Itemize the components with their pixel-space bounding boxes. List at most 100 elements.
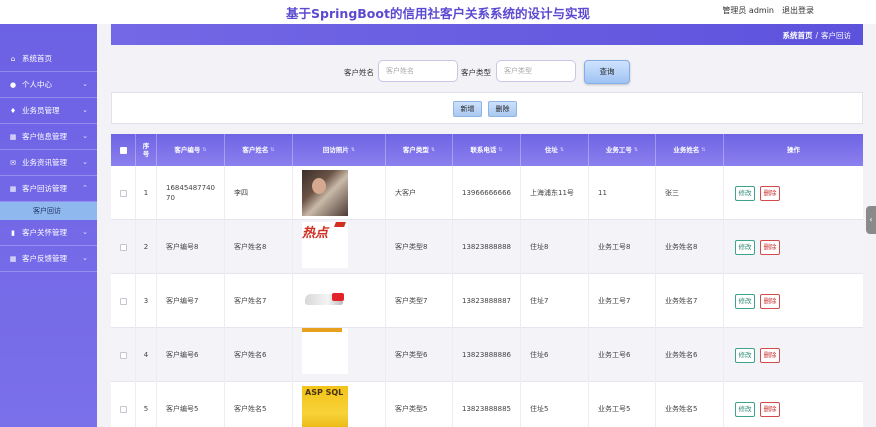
- column-header-phone[interactable]: 联系电话 ⇅: [453, 134, 521, 166]
- address-cell: 住址5: [521, 382, 589, 427]
- breadcrumb-home[interactable]: 系统首页: [782, 31, 812, 40]
- chevron-down-icon: ⌄: [82, 80, 88, 88]
- home-icon: ⌂: [10, 54, 16, 63]
- sidebar-item-label: 客户反馈管理: [22, 254, 67, 263]
- row-checkbox[interactable]: [119, 405, 127, 413]
- sidebar-item-personal-center[interactable]: ● 个人中心 ⌄: [0, 72, 97, 98]
- customer-type-input[interactable]: [496, 60, 576, 82]
- column-header-label: 回访照片: [322, 146, 349, 154]
- add-button[interactable]: 新增: [453, 101, 482, 117]
- customer-no-cell: 客户编号8: [157, 220, 225, 274]
- customer-no-cell: 客户编号6: [157, 328, 225, 382]
- customer-type-label: 客户类型: [461, 68, 491, 77]
- select-all-checkbox[interactable]: [119, 146, 127, 154]
- customer-visit-table: 序号 客户编号 ⇅ 客户姓名 ⇅ 回访照片 ⇅ 客户类型 ⇅ 联系电话 ⇅ 住址 ⇅ 业务工…: [111, 134, 863, 427]
- visit-photo-cell: [293, 274, 386, 328]
- customer-name-label: 客户姓名: [344, 68, 374, 77]
- actions-panel: 新增 删除: [111, 92, 863, 124]
- visit-photo[interactable]: ASP SQL: [302, 386, 348, 427]
- column-header-staff-no[interactable]: 业务工号 ⇅: [589, 134, 656, 166]
- delete-button[interactable]: 删除: [760, 239, 780, 255]
- user-area: 管理员 admin 退出登录: [722, 5, 814, 16]
- row-select-cell: [111, 328, 136, 382]
- delete-button[interactable]: 删除: [760, 347, 780, 363]
- sidebar-item-customer-feedback[interactable]: ▦ 客户反馈管理 ⌄: [0, 246, 97, 272]
- visit-photo-cell: [293, 328, 386, 382]
- breadcrumb-current: 客户回访: [821, 31, 851, 40]
- logout-link[interactable]: 退出登录: [782, 6, 814, 15]
- sidebar-item-staff[interactable]: ♦ 业务员管理 ⌄: [0, 98, 97, 124]
- column-header-address[interactable]: 住址 ⇅: [521, 134, 589, 166]
- book-cover-text: ASP SQL: [305, 388, 344, 397]
- row-checkbox[interactable]: [119, 351, 127, 359]
- column-header-visit-photo[interactable]: 回访照片 ⇅: [293, 134, 386, 166]
- customer-type-cell: 大客户: [386, 166, 453, 220]
- row-select-cell: [111, 382, 136, 427]
- column-header-label: 操作: [787, 146, 800, 154]
- delete-button[interactable]: 删除: [760, 293, 780, 309]
- visit-photo[interactable]: [302, 170, 348, 216]
- index-cell: 4: [136, 328, 157, 382]
- phone-cell: 13823888887: [453, 274, 521, 328]
- sidebar-subitem-customer-visit[interactable]: 客户回访: [0, 202, 97, 220]
- column-header-index: 序号: [136, 134, 157, 166]
- table-row: 1 1684548774070 李四 大客户 13966666666 上海浦东1…: [111, 166, 863, 220]
- edit-button[interactable]: 修改: [735, 347, 755, 363]
- sort-icon: ⇅: [701, 147, 706, 153]
- sort-icon: ⇅: [350, 147, 356, 153]
- actions-cell: 修改 删除: [724, 274, 863, 328]
- table-row: 4 客户编号6 客户姓名6 客户类型6 13823888886 住址6 业务工号…: [111, 328, 863, 382]
- sidebar-item-label: 客户信息管理: [22, 132, 67, 141]
- edit-button[interactable]: 修改: [735, 401, 755, 417]
- grid-icon: ▦: [9, 184, 17, 193]
- customer-no-cell: 1684548774070: [157, 166, 225, 220]
- search-button[interactable]: 查询: [584, 60, 630, 84]
- breadcrumb: 系统首页 / 客户回访: [782, 30, 851, 41]
- book-icon: ▮: [11, 228, 15, 237]
- sidebar-item-customer-visit[interactable]: ▦ 客户回访管理 ⌃: [0, 176, 97, 202]
- edit-button[interactable]: 修改: [735, 293, 755, 309]
- phone-cell: 13823888886: [453, 328, 521, 382]
- visit-photo[interactable]: 热点: [302, 222, 348, 268]
- row-checkbox[interactable]: [119, 297, 127, 305]
- customer-name-cell: 客户姓名8: [225, 220, 293, 274]
- column-header-customer-name[interactable]: 客户姓名 ⇅: [225, 134, 293, 166]
- sidebar-item-customer-info[interactable]: ▦ 客户信息管理 ⌄: [0, 124, 97, 150]
- visit-photo[interactable]: [302, 328, 348, 374]
- delete-button[interactable]: 删除: [760, 185, 780, 201]
- row-checkbox[interactable]: [119, 189, 127, 197]
- visit-photo[interactable]: [302, 278, 348, 324]
- chevron-down-icon: ⌄: [82, 132, 88, 140]
- sidebar: ⌂ 系统首页 ● 个人中心 ⌄ ♦ 业务员管理 ⌄ ▦ 客户信息管理 ⌄ ✉ 业…: [0, 24, 97, 427]
- sort-icon: ⇅: [430, 147, 436, 153]
- column-header-customer-type[interactable]: 客户类型 ⇅: [386, 134, 453, 166]
- edit-button[interactable]: 修改: [735, 239, 755, 255]
- staff-no-cell: 业务工号8: [589, 220, 656, 274]
- chevron-left-icon: ‹: [869, 215, 873, 224]
- edit-button[interactable]: 修改: [735, 185, 755, 201]
- top-header: 基于SpringBoot的信用社客户关系系统的设计与实现 管理员 admin 退出…: [0, 0, 876, 24]
- column-header-label: 联系电话: [470, 146, 497, 154]
- actions-cell: 修改 删除: [724, 220, 863, 274]
- side-panel-toggle[interactable]: ‹: [866, 206, 876, 234]
- visit-photo-cell: 热点: [293, 220, 386, 274]
- sidebar-item-customer-care[interactable]: ▮ 客户关怀管理 ⌄: [0, 220, 97, 246]
- index-cell: 2: [136, 220, 157, 274]
- customer-name-input[interactable]: [378, 60, 458, 82]
- column-header-customer-no[interactable]: 客户编号 ⇅: [157, 134, 225, 166]
- row-checkbox[interactable]: [119, 243, 127, 251]
- phone-cell: 13966666666: [453, 166, 521, 220]
- chevron-down-icon: ⌄: [82, 254, 88, 262]
- customer-name-cell: 客户姓名6: [225, 328, 293, 382]
- grid-icon: ▦: [9, 254, 17, 263]
- customer-type-cell: 客户类型5: [386, 382, 453, 427]
- column-header-staff-name[interactable]: 业务姓名 ⇅: [656, 134, 724, 166]
- delete-button[interactable]: 删除: [760, 401, 780, 417]
- sidebar-item-label: 系统首页: [22, 54, 52, 63]
- chevron-down-icon: ⌄: [82, 228, 88, 236]
- table-header: 序号 客户编号 ⇅ 客户姓名 ⇅ 回访照片 ⇅ 客户类型 ⇅ 联系电话 ⇅ 住址 ⇅ 业务工…: [111, 134, 863, 166]
- batch-delete-button[interactable]: 删除: [488, 101, 517, 117]
- sidebar-item-home[interactable]: ⌂ 系统首页: [0, 46, 97, 72]
- select-all-cell: [111, 134, 136, 166]
- sidebar-item-business-news[interactable]: ✉ 业务资讯管理 ⌄: [0, 150, 97, 176]
